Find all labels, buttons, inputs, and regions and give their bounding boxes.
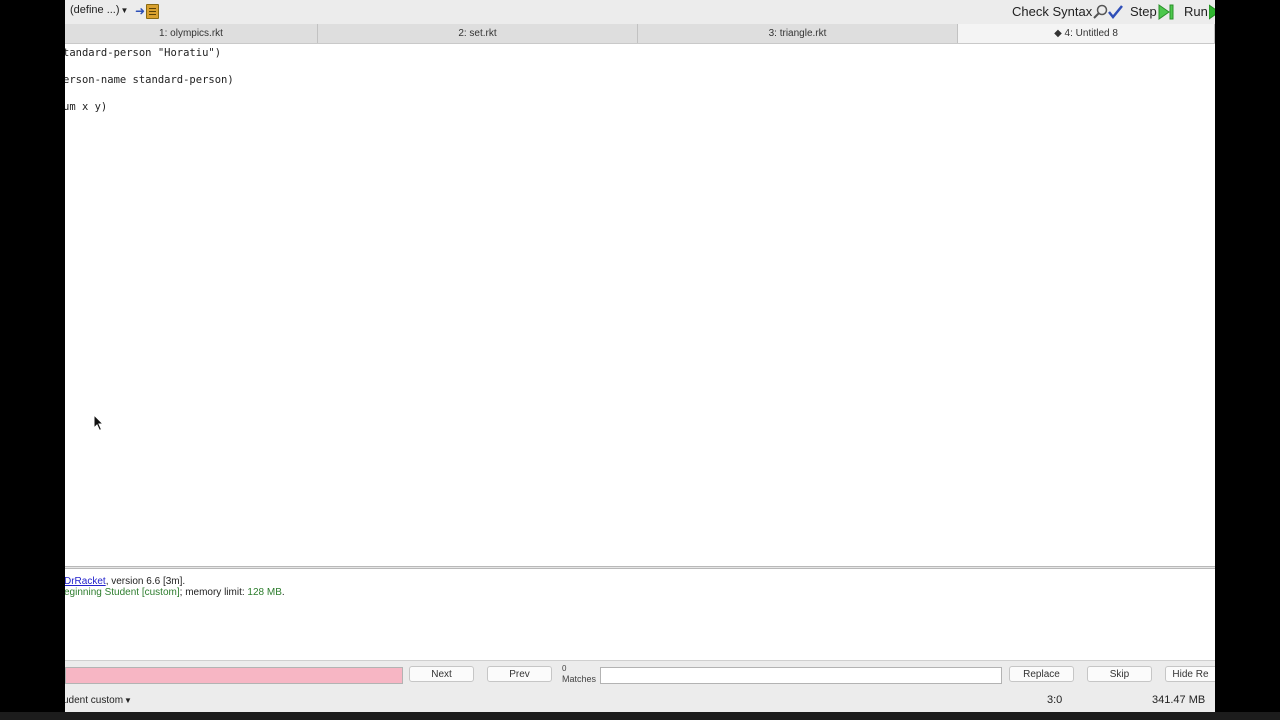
code-line: tandard-person "Horatiu"): [65, 47, 222, 59]
toolbar: (define ...)▼ ➜ Check Syntax Step Run: [65, 0, 1215, 24]
document-icon[interactable]: [146, 4, 159, 19]
tab-untitled-8[interactable]: ◆ 4: Untitled 8: [958, 24, 1215, 43]
check-syntax-button[interactable]: Check Syntax: [1012, 4, 1092, 19]
find-input[interactable]: [65, 667, 403, 684]
dock: [0, 712, 1280, 720]
define-menu-label: (define ...): [70, 4, 120, 16]
language-menu-label: udent custom: [65, 695, 124, 706]
drracket-window: (define ...)▼ ➜ Check Syntax Step Run 1:…: [65, 0, 1215, 712]
memory-limit-label: ; memory limit:: [179, 587, 248, 598]
drracket-link[interactable]: DrRacket: [65, 576, 106, 587]
definitions-editor[interactable]: tandard-person "Horatiu") erson-name sta…: [65, 44, 1215, 566]
replace-input[interactable]: [600, 667, 1002, 684]
status-bar: udent custom▼ 3:0 341.47 MB: [65, 688, 1215, 712]
version-text: , version 6.6 [3m].: [105, 576, 186, 587]
chevron-down-icon: ▼: [120, 6, 129, 15]
search-bar: Next Prev 0 Matches Replace Skip Hide Re: [65, 660, 1215, 688]
matches-label: Matches: [562, 674, 597, 684]
step-button[interactable]: Step: [1130, 4, 1157, 19]
cursor-position: 3:0: [1047, 694, 1063, 706]
next-button[interactable]: Next: [409, 666, 474, 682]
welcome-line: DrRacket, version 6.6 [3m].: [65, 576, 185, 587]
chevron-down-icon: ▼: [124, 696, 132, 705]
matches-count: 0: [562, 664, 567, 673]
language-menu[interactable]: udent custom▼: [65, 695, 132, 706]
step-icon[interactable]: [1158, 4, 1174, 20]
define-menu[interactable]: (define ...)▼: [70, 4, 128, 16]
line-period: .: [281, 587, 285, 598]
replace-button[interactable]: Replace: [1009, 666, 1074, 682]
prev-button[interactable]: Prev: [487, 666, 552, 682]
mouse-pointer-icon: [93, 414, 105, 432]
magnifier-check-icon[interactable]: [1092, 4, 1124, 20]
language-name: eginning Student [custom]: [65, 587, 180, 598]
memory-usage[interactable]: 341.47 MB: [1152, 694, 1205, 706]
tab-triangle[interactable]: 3: triangle.rkt: [638, 24, 958, 43]
hide-replace-button[interactable]: Hide Re: [1165, 666, 1215, 682]
run-icon[interactable]: [1209, 4, 1215, 20]
tab-bar: 1: olympics.rkt 2: set.rkt 3: triangle.r…: [65, 24, 1215, 44]
language-line: eginning Student [custom]; memory limit:…: [65, 587, 285, 598]
tab-olympics[interactable]: 1: olympics.rkt: [65, 24, 318, 43]
tab-set[interactable]: 2: set.rkt: [318, 24, 638, 43]
skip-button[interactable]: Skip: [1087, 666, 1152, 682]
jump-arrow-icon[interactable]: ➜: [135, 4, 145, 18]
interactions-pane[interactable]: DrRacket, version 6.6 [3m]. eginning Stu…: [65, 569, 1215, 660]
run-button[interactable]: Run: [1184, 4, 1208, 19]
memory-limit-value: 128 MB: [247, 587, 282, 598]
code-line: erson-name standard-person): [65, 74, 234, 86]
code-line: um x y): [65, 101, 108, 113]
